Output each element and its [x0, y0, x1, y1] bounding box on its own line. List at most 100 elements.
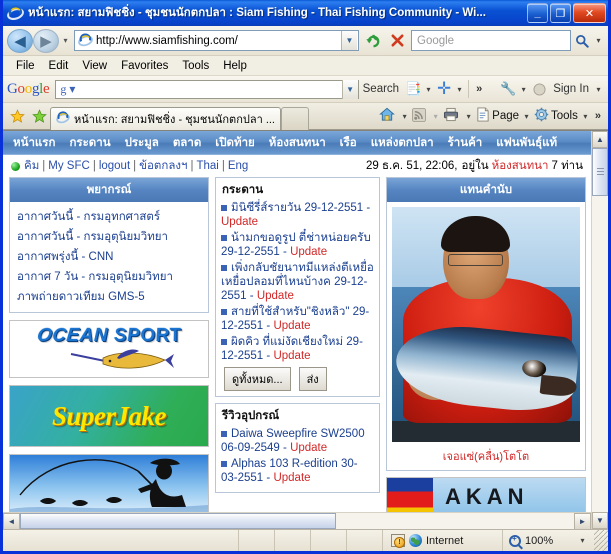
address-dropdown-icon[interactable]: ▼	[341, 31, 357, 50]
weather-link-7day[interactable]: อากาศ 7 วัน - กรมอุตุนิยมวิทยา	[17, 267, 201, 287]
nav-link-auction[interactable]: ประมูล	[125, 134, 159, 152]
toolbar-search-box[interactable]: Google	[411, 30, 571, 51]
board-item[interactable]: เพิ่งกลับชัยนาทมีแหล่งตีเหยื่อเหยื่อปลอม…	[221, 261, 374, 303]
lang-eng-link[interactable]: Eng	[228, 160, 248, 172]
google-search-box[interactable]: g ▾ ▼	[55, 79, 359, 99]
zoom-pane[interactable]: 100% ▾	[502, 530, 594, 551]
review-item[interactable]: Daiwa Sweepfire SW2500 06-09-2549 - Upda…	[221, 427, 374, 455]
toolbar-search-input[interactable]: Google	[412, 35, 570, 47]
nav-link-shop[interactable]: ร้านค้า	[448, 134, 483, 152]
feeds-button[interactable]	[410, 107, 430, 125]
vscroll-track[interactable]	[592, 148, 608, 512]
scroll-up-button[interactable]: ▲	[592, 131, 608, 148]
tools-dropdown-icon[interactable]: ▾	[580, 112, 591, 121]
board-item-title[interactable]: สายที่ใช้สำหรับ"ชิงหลิว"	[231, 306, 349, 318]
horizontal-scrollbar[interactable]: ◄ ►	[3, 512, 591, 529]
favorites-star-icon[interactable]	[6, 108, 28, 124]
featured-photo-image[interactable]	[392, 207, 580, 442]
print-dropdown-icon[interactable]: ▾	[463, 112, 474, 121]
history-dropdown-icon[interactable]: ▾	[59, 36, 72, 45]
nav-link-fanclub[interactable]: แฟนพันธุ์แท้	[496, 134, 557, 152]
banner-super-jake[interactable]: SuperJake	[9, 385, 209, 447]
google-overflow-icon[interactable]: »	[472, 83, 486, 95]
banner-ocean-sport[interactable]: OCEAN SPORT	[9, 320, 209, 378]
weather-link-satellite[interactable]: ภาพถ่ายดาวเทียม GMS-5	[17, 287, 201, 307]
nav-link-market[interactable]: ตลาด	[173, 134, 201, 152]
add-to-favorites-icon[interactable]	[28, 108, 50, 124]
bookmarks-dropdown-icon[interactable]: ▾	[423, 85, 434, 94]
board-item-update[interactable]: Update	[273, 320, 310, 332]
maximize-button[interactable]: ❐	[550, 3, 571, 23]
nav-link-chatroom[interactable]: ห้องสนทนา	[269, 134, 326, 152]
browser-tab[interactable]: หน้าแรก: สยามฟิชชิ่ง - ชุมชนนักตกปลา ...	[50, 106, 281, 130]
review-item-update[interactable]: Update	[273, 472, 310, 484]
banner-fisherman[interactable]	[9, 454, 209, 514]
board-item-update[interactable]: Update	[290, 246, 327, 258]
my-sfc-link[interactable]: My SFC	[48, 160, 90, 172]
menu-item-file[interactable]: File	[9, 59, 42, 73]
weather-link-cnn[interactable]: อากาศพรุ่งนี้ - CNN	[17, 247, 201, 267]
vscroll-thumb[interactable]	[592, 148, 608, 196]
add-button-icon[interactable]: ✛	[434, 79, 454, 99]
security-zone-pane[interactable]: Internet	[382, 530, 502, 551]
sign-in-dropdown-icon[interactable]: ▾	[593, 85, 604, 94]
settings-wrench-icon[interactable]: 🔧	[498, 79, 518, 99]
review-item-title[interactable]: Alphas 103 R-edition	[231, 458, 338, 470]
address-url-text[interactable]: http://www.siamfishing.com/	[96, 35, 341, 47]
board-item-title[interactable]: ผิดคิว ที่แม่งัดเชียงใหม่	[231, 336, 343, 348]
zoom-dropdown-icon[interactable]: ▾	[577, 536, 588, 545]
vertical-scrollbar[interactable]: ▲ ▼	[591, 131, 608, 529]
view-all-button[interactable]: ดูทั้งหมด...	[224, 367, 291, 391]
weather-link-hydro[interactable]: อากาศวันนี้ - กรมอุทกศาสตร์	[17, 207, 201, 227]
account-avatar-icon[interactable]	[529, 79, 549, 99]
terms-link[interactable]: ข้อตกลงฯ	[139, 157, 187, 175]
scroll-right-button[interactable]: ►	[574, 513, 591, 529]
hscroll-thumb[interactable]	[20, 513, 336, 529]
nav-link-fishing-spots[interactable]: แหล่งตกปลา	[371, 134, 434, 152]
bookmarks-icon[interactable]: 📑	[403, 79, 423, 99]
search-provider-dropdown-icon[interactable]: ▾	[593, 36, 604, 45]
weather-link-meteo-today[interactable]: อากาศวันนี้ - กรมอุตุนิยมวิทยา	[17, 227, 201, 247]
resize-grip-icon[interactable]	[594, 530, 608, 551]
board-item-update[interactable]: Update	[273, 350, 310, 362]
board-item-update[interactable]: Update	[221, 216, 258, 228]
back-button[interactable]: ◀	[7, 28, 33, 53]
minimize-button[interactable]: _	[527, 3, 548, 23]
address-bar[interactable]: http://www.siamfishing.com/ ▼	[74, 30, 359, 51]
google-search-dropdown-icon[interactable]: ▼	[341, 79, 358, 99]
review-item-update[interactable]: Update	[290, 442, 327, 454]
sign-in-button[interactable]: Sign In	[553, 83, 589, 95]
nav-link-home[interactable]: หน้าแรก	[13, 134, 55, 152]
hscroll-track[interactable]	[20, 513, 574, 529]
home-dropdown-icon[interactable]: ▾	[399, 112, 410, 121]
submit-button[interactable]: ส่ง	[298, 367, 327, 391]
search-go-icon[interactable]	[571, 34, 593, 48]
refresh-button[interactable]	[361, 29, 385, 53]
menu-item-view[interactable]: View	[75, 59, 114, 73]
menu-item-edit[interactable]: Edit	[42, 59, 76, 73]
board-item[interactable]: น้ามกขอดูรูป ตี๋ช่าหน่อยครับ 29-12-2551 …	[221, 231, 374, 259]
scroll-left-button[interactable]: ◄	[3, 513, 20, 529]
username-link[interactable]: คิม	[24, 157, 39, 175]
toolbar-overflow-icon[interactable]: »	[591, 110, 605, 122]
menu-item-help[interactable]: Help	[216, 59, 254, 73]
logout-link[interactable]: logout	[99, 160, 130, 172]
menu-item-tools[interactable]: Tools	[175, 59, 216, 73]
board-item[interactable]: มินิซีรี่ส์รายวัน 29-12-2551 - Update	[221, 201, 374, 229]
new-tab-button[interactable]	[280, 106, 309, 130]
chatroom-link[interactable]: ห้องสนทนา	[492, 157, 549, 175]
board-item-title[interactable]: น้ามกขอดูรูป ตี๋ช่าหน่อยครับ	[231, 232, 371, 244]
home-button[interactable]	[377, 107, 399, 125]
board-item[interactable]: ผิดคิว ที่แม่งัดเชียงใหม่ 29-12-2551 - U…	[221, 335, 374, 363]
scroll-down-button[interactable]: ▼	[592, 512, 608, 529]
tools-menu-button[interactable]: Tools	[532, 107, 580, 125]
stop-button[interactable]	[385, 29, 409, 53]
page-dropdown-icon[interactable]: ▾	[521, 112, 532, 121]
review-item-title[interactable]: Daiwa Sweepfire SW2500	[231, 428, 365, 440]
nav-link-board[interactable]: กระดาน	[69, 134, 110, 152]
settings-dropdown-icon[interactable]: ▾	[518, 85, 529, 94]
page-menu-button[interactable]: Page	[474, 107, 521, 125]
print-button[interactable]	[441, 107, 463, 125]
banner-akan[interactable]: AKAN	[386, 477, 586, 517]
lang-thai-link[interactable]: Thai	[196, 160, 218, 172]
